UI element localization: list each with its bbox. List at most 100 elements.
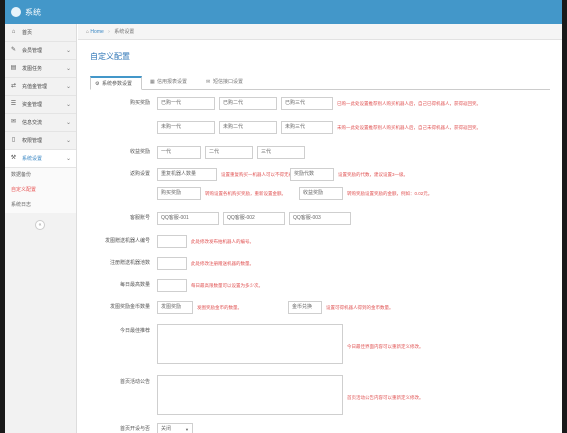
sidebar-item-settings[interactable]: ⚒ 系统设置 ⌄: [5, 150, 76, 168]
income-reward-row: 收益奖励: [90, 145, 150, 159]
chat-icon: ✉: [10, 119, 17, 125]
tab-bar: ⚙ 系统参数设置 ▦ 信用报表设置 ✉ 短信接口设置: [90, 76, 550, 90]
chevron-down-icon: ⌄: [65, 120, 71, 126]
daily-limit-hint: 每日最高限数量可以设置为多少次。: [191, 283, 263, 288]
unpurchased-gen2-field[interactable]: 未购二代: [219, 121, 277, 134]
gift-robot-hint: 此处修改发布拍机器人的编号。: [191, 239, 254, 244]
qq-service-3-field[interactable]: QQ客服-003: [289, 212, 351, 225]
register-gift-label: 注册赠送机器池数: [109, 260, 150, 266]
purchase-row2-hint: 未购一此处设置推荐别人购买机器人后，自己未得机器人，获得返回奖。: [337, 125, 481, 130]
sidebar-item-tasks[interactable]: ▤ 发图任务 ⌄: [5, 60, 76, 78]
chevron-down-icon: ⌄: [65, 138, 71, 144]
sidebar-item-funds[interactable]: ☰ 资金管理 ⌄: [5, 96, 76, 114]
daily-limit-label: 每日最高数量: [119, 282, 150, 288]
sidebar-subitem-config[interactable]: 自定义配置: [5, 183, 76, 198]
purchase-reward-label: 购买奖励: [129, 100, 150, 106]
income-gen3-field[interactable]: 三代: [257, 146, 305, 159]
wrench-icon: ⚒: [10, 155, 17, 161]
repurchase-count-field[interactable]: 重复机器人数量: [157, 168, 217, 181]
reward-generations-field[interactable]: 奖励代数: [290, 168, 334, 181]
daily-limit-field[interactable]: [157, 279, 187, 292]
income-reward-label: 收益奖励: [129, 149, 150, 155]
sidebar-subitem-backup[interactable]: 数据备份: [5, 168, 76, 183]
purchase-gen2-field[interactable]: 已购二代: [219, 97, 277, 110]
income-gen1-field[interactable]: 一代: [157, 146, 201, 159]
app-window: 系统 ⌂ 首页 ✎ 会员管理 ⌄ ▤ 发图任务 ⌄ ⇄ 充值金管理 ⌄ ☰ 资金管理 ⌄ ✉ 信息交…: [5, 0, 562, 433]
today-best-label: 今日最佳推荐: [119, 328, 150, 334]
shuffle-icon: ⇄: [10, 83, 17, 89]
reward-coins-hint: 发图奖励金币的数量。: [197, 305, 242, 310]
sidebar-item-members[interactable]: ✎ 会员管理 ⌄: [5, 42, 76, 60]
unpurchased-gen3-field[interactable]: 未购三代: [281, 121, 333, 134]
breadcrumb-separator: ›: [108, 29, 110, 35]
income-gen2-field[interactable]: 二代: [205, 146, 253, 159]
breadcrumb: ⌂ Home › 系统设置: [78, 24, 562, 40]
breadcrumb-current: 系统设置: [114, 29, 135, 35]
sidebar-item-messages[interactable]: ✉ 信息交流 ⌄: [5, 114, 76, 132]
gear-icon: ⚙: [95, 81, 100, 87]
chevron-down-icon: ⌄: [65, 84, 71, 90]
register-gift-row: 注册赠送机器池数: [90, 256, 150, 270]
sidebar-item-home[interactable]: ⌂ 首页: [5, 24, 76, 42]
chevron-down-icon: ⌄: [65, 66, 71, 72]
top-bar: 系统: [5, 0, 562, 24]
homepage-open-label: 首页开设与否: [119, 426, 150, 432]
reward-coins-label: 发图奖励金币数量: [109, 304, 150, 310]
chevron-down-icon: ⌄: [65, 156, 71, 162]
register-gift-field[interactable]: [157, 257, 187, 270]
file-icon: ▯: [11, 137, 16, 143]
purchase-row1-hint: 已购一此处设置推荐别人购买机器人后，自己已得机器人，获得返回奖。: [337, 101, 481, 106]
chevron-down-icon: ⌄: [65, 102, 71, 108]
repurchase-income-reward-hint: 转购奖励设置奖励的金额，例如：0.02元。: [347, 191, 433, 196]
list-icon: ☰: [10, 101, 17, 107]
gift-robot-field[interactable]: [157, 235, 187, 248]
gift-robot-row: 发图赠送机器人编号: [90, 234, 150, 248]
tab-system-params[interactable]: ⚙ 系统参数设置: [90, 76, 142, 90]
sidebar-item-recharge[interactable]: ⇄ 充值金管理 ⌄: [5, 78, 76, 96]
edit-icon: ✎: [10, 47, 17, 53]
repurchase-buy-reward-field[interactable]: 购买奖励: [157, 187, 201, 200]
sidebar-subitem-log[interactable]: 系统日志: [5, 198, 76, 213]
chevron-down-icon: ⌄: [65, 48, 71, 54]
repurchase-row: 返购设置: [90, 167, 150, 181]
homepage-notice-label: 首页活动公告: [119, 379, 150, 385]
purchase-gen3-field[interactable]: 已购三代: [281, 97, 333, 110]
repurchase-label: 返购设置: [129, 171, 150, 177]
purchase-gen1-field[interactable]: 已购一代: [157, 97, 215, 110]
logo-icon: [11, 7, 21, 17]
register-gift-hint: 此处修改注册赠送机器的数量。: [191, 261, 254, 266]
purchase-reward-row: 购买奖励: [90, 96, 150, 110]
coin-exchange-field[interactable]: 金币兑换: [288, 301, 322, 314]
qq-service-2-field[interactable]: QQ客服-002: [223, 212, 285, 225]
customer-service-label: 客服账号: [129, 215, 150, 221]
home-icon: ⌂: [11, 29, 16, 35]
reward-coins-field[interactable]: 发图奖励: [157, 301, 193, 314]
homepage-open-row: 首页开设与否: [90, 422, 150, 433]
tab-credit-report[interactable]: ▦ 信用报表设置: [146, 76, 198, 90]
breadcrumb-home[interactable]: Home: [90, 29, 103, 35]
chart-icon: ▦: [150, 79, 155, 85]
homepage-notice-row: 首页活动公告: [90, 375, 150, 389]
today-best-textarea[interactable]: [157, 324, 343, 364]
book-icon: ▤: [10, 65, 17, 71]
qq-service-1-field[interactable]: QQ客服-001: [157, 212, 219, 225]
home-icon: ⌂: [86, 29, 90, 35]
collapse-sidebar-button[interactable]: «: [35, 220, 45, 230]
customer-service-row: 客服账号: [90, 211, 150, 225]
today-best-hint: 今日最佳界面内容可以重新定义修改。: [347, 344, 424, 349]
tab-sms-api[interactable]: ✉ 短信接口设置: [202, 76, 254, 90]
app-title: 系统: [25, 8, 41, 17]
homepage-notice-hint: 首页活动公告内容可以重新定义修改。: [347, 395, 424, 400]
gift-robot-label: 发图赠送机器人编号: [104, 238, 150, 244]
sidebar-item-permissions[interactable]: ▯ 权限管理 ⌄: [5, 132, 76, 150]
today-best-row: 今日最佳推荐: [90, 324, 150, 338]
homepage-open-select[interactable]: 关闭 ▼: [157, 423, 193, 433]
page-title: 自定义配置: [90, 52, 130, 61]
message-icon: ✉: [206, 79, 211, 85]
repurchase-income-reward-field[interactable]: 收益奖励: [299, 187, 343, 200]
reward-generations-hint: 设置奖励的代数，建议设置3一级。: [338, 172, 409, 177]
sidebar: ⌂ 首页 ✎ 会员管理 ⌄ ▤ 发图任务 ⌄ ⇄ 充值金管理 ⌄ ☰ 资金管理 ⌄ ✉ 信息交流 ⌄ …: [5, 24, 77, 433]
chevron-down-icon: ▼: [185, 427, 189, 432]
homepage-notice-textarea[interactable]: [157, 375, 343, 415]
unpurchased-gen1-field[interactable]: 未购一代: [157, 121, 215, 134]
